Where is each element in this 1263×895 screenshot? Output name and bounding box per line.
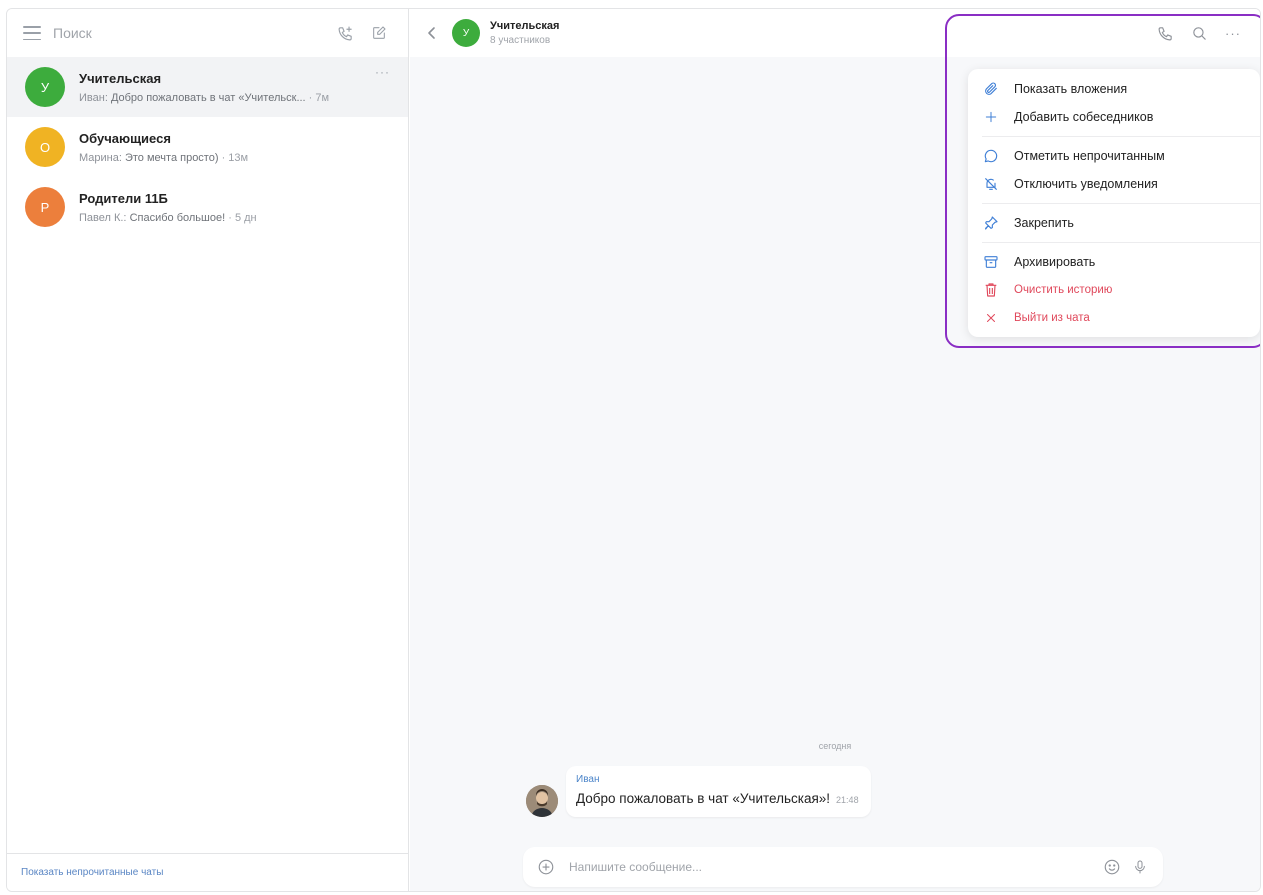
message-input[interactable]: [569, 860, 1101, 874]
chat-title: Учительская: [490, 20, 560, 32]
chat-header: У Учительская 8 участников ···: [410, 9, 1260, 57]
menu-item-pin[interactable]: Закрепить: [968, 209, 1260, 237]
chat-item-title: Обучающиеся: [79, 130, 171, 146]
menu-item-label: Отметить непрочитанным: [1014, 149, 1165, 163]
preview-sender: Павел К.:: [79, 211, 127, 224]
preview-time: · 13м: [221, 151, 249, 164]
chat-title-block[interactable]: Учительская 8 участников: [490, 20, 559, 46]
app-window: У Учительская Иван: Добро пожаловать в чат…: [6, 8, 1261, 892]
chat-item-body: Родители 11Б Павел К.: Спасибо большое! ·…: [79, 191, 394, 224]
menu-item-label: Закрепить: [1014, 216, 1074, 230]
chat-options-menu: Показать вложения Добавить собеседников От…: [968, 69, 1260, 337]
search-input[interactable]: [53, 25, 324, 41]
pin-icon: [982, 214, 1000, 232]
emoji-button[interactable]: [1101, 856, 1123, 878]
new-chat-icon[interactable]: [366, 20, 392, 46]
preview-text: Это мечта просто): [124, 151, 219, 164]
chat-item-preview: Иван: Добро пожаловать в чат «Учительск.…: [79, 92, 394, 104]
hamburger-menu-icon[interactable]: [23, 26, 41, 40]
message-row: Иван Добро пожаловать в чат «Учительская…: [526, 766, 871, 817]
preview-time: · 5 дн: [228, 211, 257, 224]
call-add-icon[interactable]: [332, 20, 358, 46]
chat-item-preview: Марина: Это мечта просто) · 13м: [79, 152, 394, 164]
menu-item-label: Отключить уведомления: [1014, 177, 1158, 191]
menu-item-label: Выйти из чата: [1014, 312, 1090, 324]
menu-item-close[interactable]: Выйти из чата: [968, 304, 1260, 332]
back-button[interactable]: [422, 21, 442, 45]
preview-text: Добро пожаловать в чат «Учительск...: [110, 91, 306, 104]
phone-icon: [1158, 26, 1172, 40]
chat-item-title: Учительская: [79, 70, 162, 86]
menu-item-bell-off[interactable]: Отключить уведомления: [968, 170, 1260, 198]
chat-avatar: Р: [25, 187, 65, 227]
trash-icon: [982, 281, 1000, 299]
show-unread-chats-link[interactable]: Показать непрочитанные чаты: [21, 867, 163, 878]
menu-item-label: Очистить историю: [1014, 284, 1113, 296]
preview-sender: Иван:: [79, 91, 108, 104]
chat-avatar: У: [25, 67, 65, 107]
menu-item-paperclip[interactable]: Показать вложения: [968, 75, 1260, 103]
chat-list: У Учительская Иван: Добро пожаловать в чат…: [7, 57, 408, 237]
sender-avatar[interactable]: [526, 785, 558, 817]
search-button[interactable]: [1186, 20, 1212, 46]
menu-item-label: Показать вложения: [1014, 82, 1128, 96]
chat-item-body: Обучающиеся Марина: Это мечта просто) · 1…: [79, 131, 394, 164]
chat-item-preview: Павел К.: Спасибо большое! · 5 дн: [79, 212, 394, 224]
chat-avatar[interactable]: У: [452, 19, 480, 47]
message-author[interactable]: Иван: [576, 774, 859, 785]
preview-sender: Марина:: [79, 151, 122, 164]
chat-item-body: Учительская Иван: Добро пожаловать в чат …: [79, 71, 394, 104]
menu-divider: [982, 242, 1260, 243]
sidebar-header: [7, 9, 408, 57]
paperclip-icon: [982, 80, 1000, 98]
chevron-left-icon: [428, 27, 435, 39]
sidebar: У Учительская Иван: Добро пожаловать в чат…: [7, 9, 409, 891]
menu-divider: [982, 136, 1260, 137]
bell-off-icon: [982, 175, 1000, 193]
smile-icon: [1104, 859, 1120, 875]
voice-message-button[interactable]: [1129, 856, 1151, 878]
menu-item-archive[interactable]: Архивировать: [968, 248, 1260, 276]
date-separator: сегодня: [818, 741, 852, 751]
person-photo-icon: [526, 785, 558, 817]
plus-icon: [982, 108, 1000, 126]
more-options-button[interactable]: ···: [1220, 20, 1246, 46]
chat-list-item[interactable]: О Обучающиеся Марина: Это мечта просто) · …: [7, 117, 408, 177]
microphone-icon: [1135, 860, 1145, 874]
menu-item-label: Архивировать: [1014, 255, 1096, 269]
menu-item-trash[interactable]: Очистить историю: [968, 276, 1260, 304]
preview-text: Спасибо большое!: [129, 211, 226, 224]
message-time: 21:48: [836, 795, 859, 805]
attach-button[interactable]: [535, 856, 557, 878]
menu-item-plus[interactable]: Добавить собеседников: [968, 103, 1260, 131]
chat-list-item[interactable]: У Учительская Иван: Добро пожаловать в чат…: [7, 57, 408, 117]
chat-members-count: 8 участников: [490, 35, 551, 46]
menu-divider: [982, 203, 1260, 204]
call-button[interactable]: [1152, 20, 1178, 46]
message-text: Добро пожаловать в чат «Учительская»!: [576, 791, 831, 806]
sidebar-footer: Показать непрочитанные чаты: [7, 853, 408, 891]
menu-item-label: Добавить собеседников: [1014, 110, 1154, 124]
chat-bubble-icon: [982, 147, 1000, 165]
search-icon: [1192, 26, 1206, 40]
chat-avatar: О: [25, 127, 65, 167]
message-composer: [523, 847, 1163, 887]
preview-time: · 7м: [308, 91, 330, 104]
close-icon: [982, 309, 1000, 327]
header-actions: ···: [1152, 20, 1246, 46]
plus-circle-icon: [538, 859, 554, 875]
message-bubble[interactable]: Иван Добро пожаловать в чат «Учительская…: [566, 766, 871, 817]
menu-item-chat-bubble[interactable]: Отметить непрочитанным: [968, 142, 1260, 170]
chat-list-item[interactable]: Р Родители 11Б Павел К.: Спасибо большое! …: [7, 177, 408, 237]
chat-item-title: Родители 11Б: [79, 190, 168, 206]
chat-item-more-button[interactable]: ···: [375, 65, 390, 79]
archive-icon: [982, 253, 1000, 271]
